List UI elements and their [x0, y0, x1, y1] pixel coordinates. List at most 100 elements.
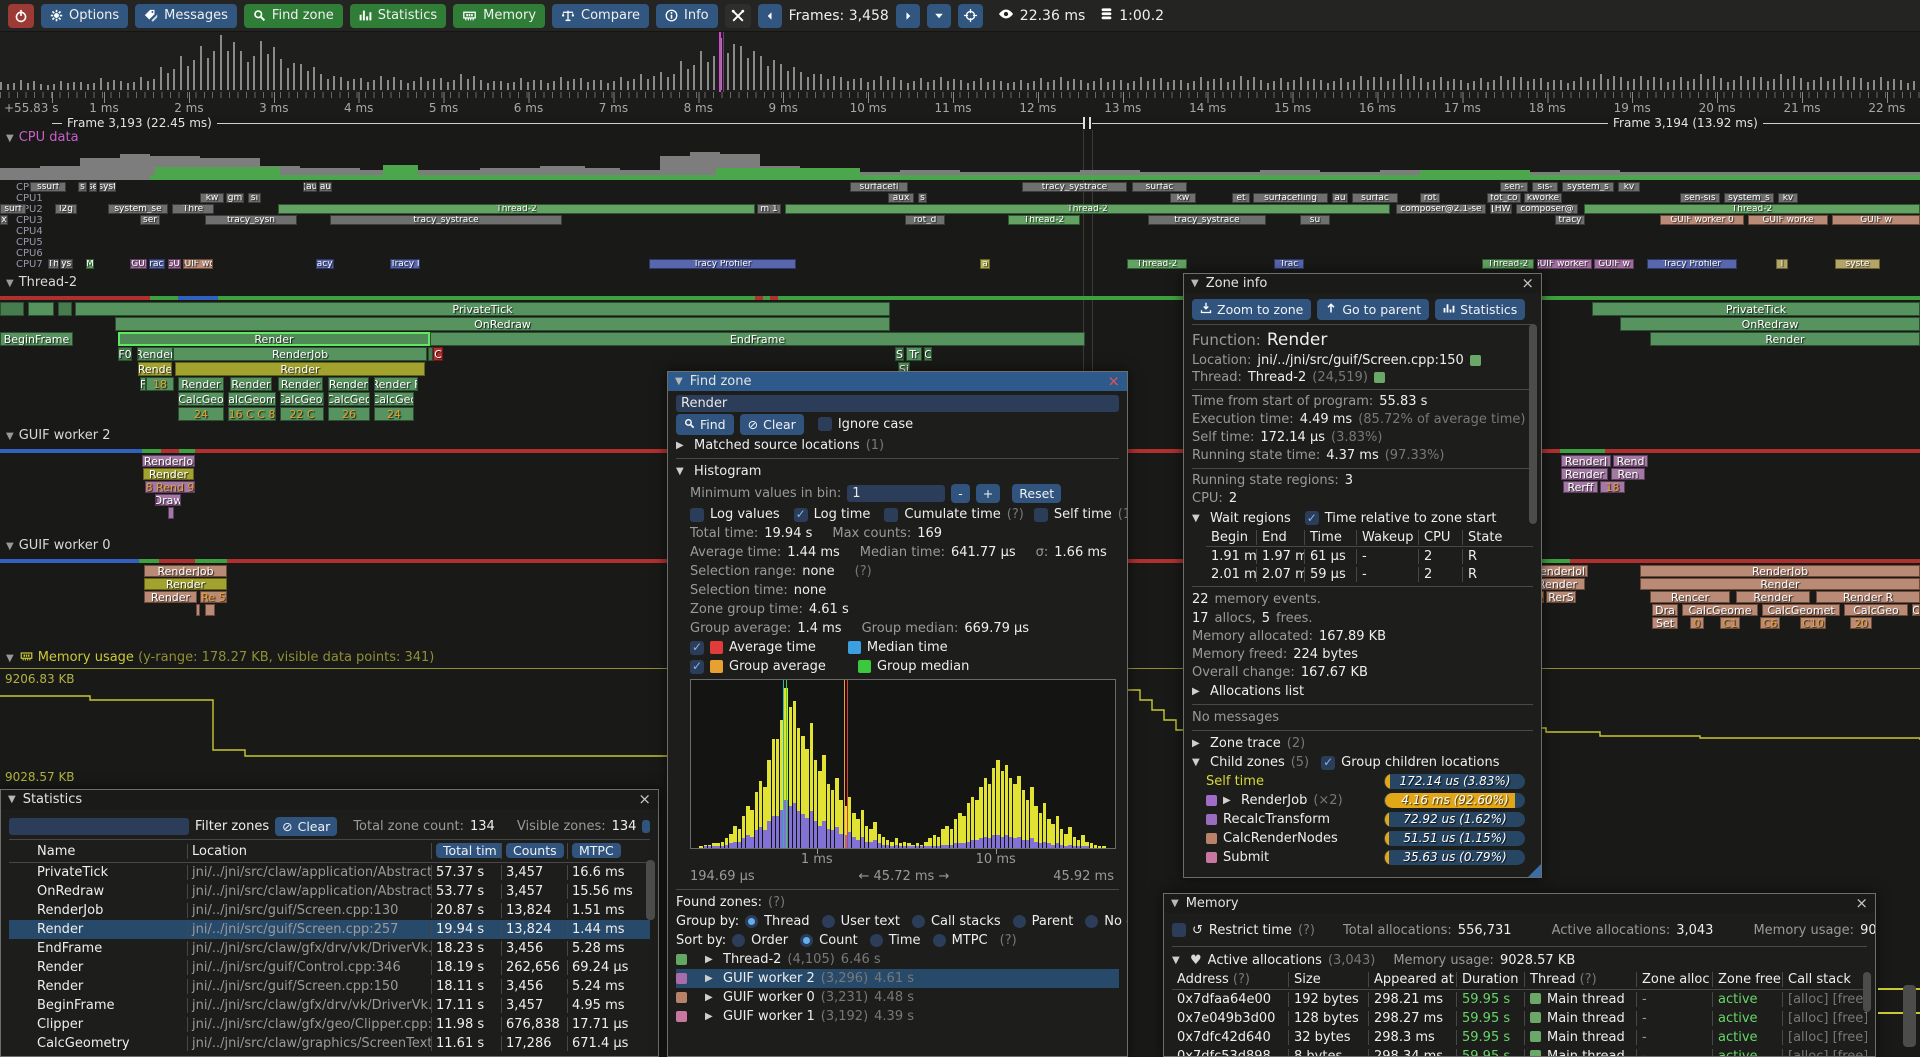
cpu-zone[interactable]: (au — [303, 182, 317, 192]
cpu-zone[interactable]: kworke — [1524, 193, 1562, 203]
close-icon[interactable]: × — [638, 792, 651, 807]
expand-icon[interactable]: ▶ — [705, 969, 717, 988]
go-to-parent-button[interactable]: Go to parent — [1317, 299, 1429, 320]
histogram-option-checkbox[interactable]: ✓ — [690, 508, 704, 522]
histogram-option-checkbox[interactable]: ✓ — [884, 508, 898, 522]
cpu-zone[interactable]: au — [319, 182, 332, 192]
cpu-zone[interactable]: surfac — [1132, 182, 1187, 192]
collapse-icon[interactable]: ▼ — [675, 376, 683, 387]
cpu-zone[interactable]: gm — [226, 193, 244, 203]
cpu-zone[interactable]: Tracy — [149, 259, 165, 269]
timeline-zone[interactable]: Render — [1736, 591, 1810, 603]
cpu-zone[interactable]: surfacefl — [850, 182, 908, 192]
main-scrollbar-thumb[interactable] — [1903, 985, 1916, 1047]
find-zone-histogram[interactable] — [690, 679, 1116, 849]
timeline-zone[interactable]: Render — [328, 377, 369, 391]
child-zone-row[interactable]: Submit35.63 us (0.79%) — [1192, 848, 1533, 867]
timeline-zone[interactable]: Rend — [1613, 455, 1648, 467]
cpu-zone[interactable]: fot_co — [1487, 193, 1521, 203]
timeline-zone[interactable]: Render — [143, 468, 194, 480]
cpu-zone[interactable]: composer@2.1-se — [1396, 204, 1486, 214]
memory-titlebar[interactable]: ▼ Memory × — [1164, 894, 1875, 913]
find-button[interactable]: Find — [676, 414, 734, 435]
timeline-zone[interactable]: RenderJob — [144, 565, 227, 577]
min-bin-input[interactable] — [847, 485, 945, 502]
stats-col-mtpc[interactable]: MTPC — [572, 843, 621, 858]
timeline-zone[interactable] — [0, 302, 24, 316]
cpu-zone[interactable]: s — [918, 193, 927, 203]
timeline-zone[interactable]: Re 5 — [200, 591, 227, 603]
cpu-zone[interactable]: se — [89, 182, 97, 192]
found-zone-group[interactable]: ▶GUIF worker 2(3,296)4.61 s — [676, 969, 1119, 988]
timeline-zone[interactable]: PrivateTick — [1592, 302, 1920, 316]
timeline-zone[interactable]: C — [433, 347, 443, 361]
memory-col-header[interactable]: Size — [1288, 972, 1368, 987]
cpu-data-header[interactable]: ▼CPU data — [6, 130, 79, 145]
cpu-zone[interactable]: M — [86, 259, 94, 269]
memory-col-header[interactable]: Zone alloc — [1636, 972, 1712, 987]
collapse-icon[interactable]: ▼ — [1191, 278, 1199, 289]
cpu-zone[interactable]: syst — [99, 182, 116, 192]
timeline-zone[interactable] — [196, 604, 200, 616]
timeline-zone[interactable]: RenderJo — [142, 455, 195, 467]
timeline-zone[interactable]: C10 — [1800, 617, 1826, 629]
cpu-zone[interactable]: tracy — [1555, 215, 1585, 225]
cpu-zone[interactable]: su — [1300, 215, 1330, 225]
timeline-zone[interactable]: 20 — [1850, 617, 1872, 629]
cpu-zone[interactable]: surf — [0, 204, 26, 214]
cpu-zone[interactable]: tracy_systrace — [1022, 182, 1127, 192]
timeline-zone[interactable]: Render — [178, 377, 224, 391]
thread-header[interactable]: ▼GUIF worker 0 — [6, 538, 110, 553]
timeline-zone[interactable]: 18 — [146, 377, 174, 391]
cpu-zone[interactable]: Tracy Profiler — [1647, 259, 1737, 269]
reset-button[interactable]: Reset — [1012, 484, 1061, 503]
cpu-zone[interactable]: Tracy I — [390, 259, 420, 269]
zoom-to-zone-button[interactable]: Zoom to zone — [1192, 299, 1311, 320]
group-by-radio[interactable] — [822, 915, 835, 928]
collapse-icon[interactable]: ▼ — [1192, 753, 1204, 772]
min-bin-plus-button[interactable]: + — [976, 484, 1000, 503]
cpu-zone[interactable]: GUI — [168, 259, 181, 269]
timeline-zone[interactable]: CalcGeomet — [1762, 604, 1840, 616]
timeline-zone[interactable]: OnRedraw — [1620, 317, 1920, 331]
cpu-zone[interactable]: aux — [888, 193, 914, 203]
ignore-case-checkbox[interactable]: ✓ — [818, 417, 832, 431]
child-zone-row[interactable]: ▶RenderJob(×2)4.16 ms (92.60%) — [1192, 791, 1533, 810]
cpu-zone[interactable]: kw — [200, 193, 224, 203]
timeline-zone[interactable]: CalcGeo — [178, 392, 224, 406]
cpu-zone[interactable]: system_s — [1724, 193, 1774, 203]
memory-col-header[interactable]: Thread (?) — [1524, 972, 1636, 987]
close-icon[interactable]: × — [1855, 896, 1868, 911]
timeline-zone[interactable]: CalcGeo — [328, 392, 370, 406]
timeline-zone[interactable]: C — [924, 347, 932, 361]
cpu-zone[interactable]: rot_d — [905, 215, 945, 225]
memory-col-header[interactable]: Address (?) — [1172, 972, 1288, 987]
timeline-zone[interactable]: Ren — [1611, 468, 1645, 480]
group-children-checkbox[interactable]: ✓ — [1321, 756, 1335, 770]
timeline-zone[interactable]: C — [1912, 604, 1920, 616]
histogram-option-checkbox[interactable]: ✓ — [794, 508, 808, 522]
cpu-zone[interactable]: sen-sis — [1680, 193, 1720, 203]
cpu-zone[interactable]: sis- — [1532, 182, 1558, 192]
cpu-zone[interactable]: GUIF worker 0 — [1660, 215, 1744, 225]
cpu-zone[interactable]: Thread-2 — [1127, 259, 1187, 269]
timeline-zone[interactable]: Render — [175, 362, 425, 376]
close-icon[interactable]: × — [1521, 276, 1534, 291]
wait-region-row[interactable]: 2.01 ms2.07 ms59 µs-2R — [1206, 565, 1533, 583]
time-relative-checkbox[interactable]: ✓ — [1305, 511, 1319, 525]
timeline-zone[interactable]: Draw — [155, 494, 181, 506]
stats-table-row[interactable]: EndFramejni/../jni/src/claw/gfx/drv/vk/D… — [9, 939, 650, 958]
memory-table-row[interactable]: 0x7dfc53d8988 bytes298.34 ms59.95 sMain … — [1172, 1047, 1867, 1057]
stats-table-row[interactable]: BeginFramejni/../jni/src/claw/gfx/drv/vk… — [9, 996, 650, 1015]
expand-icon[interactable]: ▶ — [1223, 791, 1235, 810]
wait-region-row[interactable]: 1.91 ms1.97 ms61 µs-2R — [1206, 547, 1533, 565]
cpu-zone[interactable]: surfacefling — [1253, 193, 1328, 203]
timeline-zone[interactable] — [168, 507, 174, 519]
cpu-zone[interactable]: si — [248, 193, 261, 203]
memory-col-header[interactable]: Duration — [1456, 972, 1524, 987]
statistics-titlebar[interactable]: ▼ Statistics × — [1, 790, 658, 809]
child-zone-row[interactable]: CalcRenderNodes51.51 us (1.15%) — [1192, 829, 1533, 848]
cpu-zone[interactable]: rot — [1420, 193, 1440, 203]
cpu-zone[interactable]: Th — [48, 259, 59, 269]
found-zone-group[interactable]: ▶GUIF worker 0(3,231)4.48 s — [676, 988, 1119, 1007]
